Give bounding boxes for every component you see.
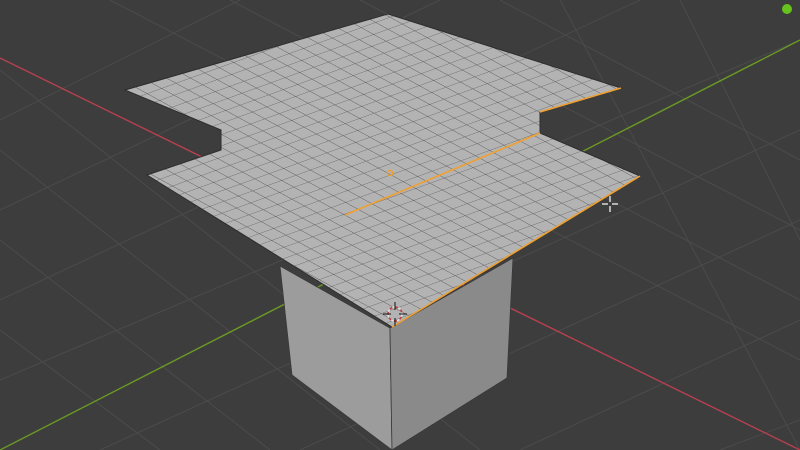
move-cursor-icon — [602, 196, 618, 212]
3d-viewport[interactable] — [0, 0, 800, 450]
status-dot-icon — [782, 4, 792, 14]
scene-canvas[interactable] — [0, 0, 800, 450]
